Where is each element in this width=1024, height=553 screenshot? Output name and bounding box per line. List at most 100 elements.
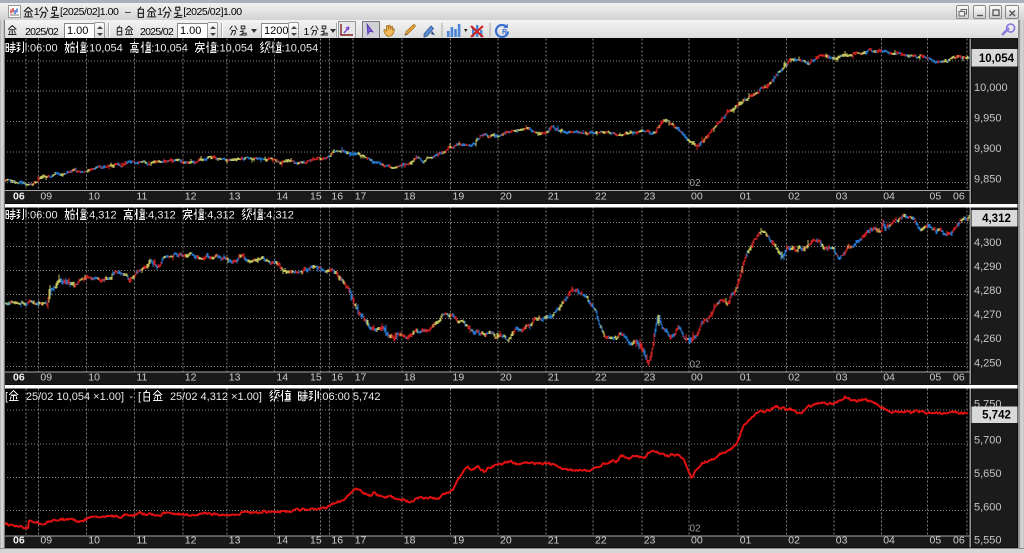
svg-text:10: 10 bbox=[88, 535, 100, 547]
svg-text::06:00: :06:00 bbox=[27, 210, 58, 222]
svg-text::06:00 5,742: :06:00 5,742 bbox=[319, 391, 380, 403]
svg-text:09: 09 bbox=[40, 191, 52, 203]
svg-text:13: 13 bbox=[229, 535, 241, 547]
svg-text::10,054: :10,054 bbox=[282, 43, 319, 55]
svg-text:02: 02 bbox=[788, 372, 800, 384]
svg-text:9,850: 9,850 bbox=[974, 173, 1002, 185]
svg-text::06:00: :06:00 bbox=[27, 43, 58, 55]
svg-text:13: 13 bbox=[229, 191, 241, 203]
svg-text::10,054: :10,054 bbox=[86, 43, 123, 55]
svg-text:02: 02 bbox=[690, 178, 702, 189]
svg-text:22: 22 bbox=[595, 191, 607, 203]
svg-text:15: 15 bbox=[310, 191, 322, 203]
svg-text:4,270: 4,270 bbox=[974, 309, 1002, 321]
svg-text:22: 22 bbox=[595, 372, 607, 384]
svg-text:03: 03 bbox=[836, 191, 848, 203]
svg-text::4,312: :4,312 bbox=[86, 210, 117, 222]
svg-text:4,260: 4,260 bbox=[974, 333, 1002, 345]
svg-text:02: 02 bbox=[690, 524, 702, 535]
svg-text:19: 19 bbox=[453, 535, 465, 547]
svg-text:5,650: 5,650 bbox=[974, 468, 1002, 480]
svg-text:22: 22 bbox=[595, 535, 607, 547]
svg-text:23: 23 bbox=[644, 535, 656, 547]
svg-text:06: 06 bbox=[953, 535, 965, 547]
svg-text:06: 06 bbox=[13, 535, 25, 547]
svg-text:×1.00]: ×1.00] bbox=[93, 391, 124, 403]
svg-text:16: 16 bbox=[331, 191, 343, 203]
svg-text:10: 10 bbox=[88, 372, 100, 384]
svg-text:10,054: 10,054 bbox=[979, 53, 1015, 65]
svg-text:[: [ bbox=[138, 391, 141, 403]
svg-text:00: 00 bbox=[691, 372, 703, 384]
svg-text:15: 15 bbox=[310, 372, 322, 384]
svg-text:11: 11 bbox=[136, 191, 147, 203]
svg-text:9,900: 9,900 bbox=[974, 143, 1002, 155]
svg-text:05: 05 bbox=[930, 535, 942, 547]
svg-text::4,312: :4,312 bbox=[204, 210, 235, 222]
svg-text:01: 01 bbox=[740, 191, 752, 203]
svg-text:16: 16 bbox=[331, 372, 343, 384]
svg-text:10: 10 bbox=[88, 191, 100, 203]
svg-text:[: [ bbox=[5, 391, 8, 403]
svg-text:04: 04 bbox=[883, 372, 895, 384]
svg-text:09: 09 bbox=[40, 372, 52, 384]
svg-text:00: 00 bbox=[691, 535, 703, 547]
svg-text:02: 02 bbox=[788, 191, 800, 203]
svg-text:01: 01 bbox=[740, 372, 752, 384]
svg-text:02: 02 bbox=[690, 360, 702, 371]
svg-text:5,700: 5,700 bbox=[974, 434, 1002, 446]
svg-text:12: 12 bbox=[185, 191, 197, 203]
svg-text:21: 21 bbox=[548, 535, 560, 547]
svg-text:20: 20 bbox=[500, 191, 512, 203]
svg-text:5,600: 5,600 bbox=[974, 501, 1002, 513]
svg-text:17: 17 bbox=[355, 191, 367, 203]
svg-text:4,290: 4,290 bbox=[974, 261, 1002, 273]
svg-text:06: 06 bbox=[953, 191, 965, 203]
svg-text:19: 19 bbox=[453, 372, 465, 384]
svg-text:18: 18 bbox=[404, 535, 416, 547]
svg-text:14: 14 bbox=[276, 191, 288, 203]
svg-text:12: 12 bbox=[185, 535, 197, 547]
svg-text:06: 06 bbox=[13, 372, 25, 384]
svg-text:R: R bbox=[502, 29, 507, 36]
svg-text::4,312: :4,312 bbox=[145, 210, 176, 222]
svg-text:23: 23 bbox=[644, 191, 656, 203]
svg-text:20: 20 bbox=[500, 535, 512, 547]
svg-text::10,054: :10,054 bbox=[216, 43, 253, 55]
svg-text:21: 21 bbox=[548, 191, 560, 203]
svg-text:10,000: 10,000 bbox=[974, 82, 1008, 94]
svg-text:00: 00 bbox=[691, 191, 703, 203]
svg-text:21: 21 bbox=[548, 372, 560, 384]
svg-text:25/02 10,054: 25/02 10,054 bbox=[26, 391, 90, 403]
svg-text:19: 19 bbox=[453, 191, 465, 203]
svg-text:18: 18 bbox=[404, 191, 416, 203]
svg-text:09: 09 bbox=[40, 535, 52, 547]
svg-text:11: 11 bbox=[136, 372, 147, 384]
svg-text:06: 06 bbox=[13, 191, 25, 203]
svg-text:11: 11 bbox=[136, 535, 147, 547]
svg-text:14: 14 bbox=[276, 372, 288, 384]
svg-text:06: 06 bbox=[953, 372, 965, 384]
svg-text:-: - bbox=[129, 391, 133, 403]
svg-text:05: 05 bbox=[930, 372, 942, 384]
svg-text:20: 20 bbox=[500, 372, 512, 384]
svg-text:04: 04 bbox=[883, 191, 895, 203]
svg-text:02: 02 bbox=[788, 535, 800, 547]
svg-text:9,950: 9,950 bbox=[974, 112, 1002, 124]
svg-text:×1.00]: ×1.00] bbox=[231, 391, 262, 403]
svg-text:13: 13 bbox=[229, 372, 241, 384]
svg-text:4,300: 4,300 bbox=[974, 237, 1002, 249]
svg-text:4,280: 4,280 bbox=[974, 285, 1002, 297]
svg-text:16: 16 bbox=[331, 535, 343, 547]
svg-text:15: 15 bbox=[310, 535, 322, 547]
svg-text:25/02 4,312: 25/02 4,312 bbox=[170, 391, 228, 403]
svg-text:03: 03 bbox=[836, 535, 848, 547]
svg-text:05: 05 bbox=[930, 191, 942, 203]
svg-text::4,312: :4,312 bbox=[263, 210, 294, 222]
svg-text:5,550: 5,550 bbox=[974, 535, 1002, 547]
svg-text:18: 18 bbox=[404, 372, 416, 384]
svg-text:17: 17 bbox=[355, 535, 367, 547]
svg-text:17: 17 bbox=[355, 372, 367, 384]
svg-text:23: 23 bbox=[644, 372, 656, 384]
svg-text:03: 03 bbox=[836, 372, 848, 384]
